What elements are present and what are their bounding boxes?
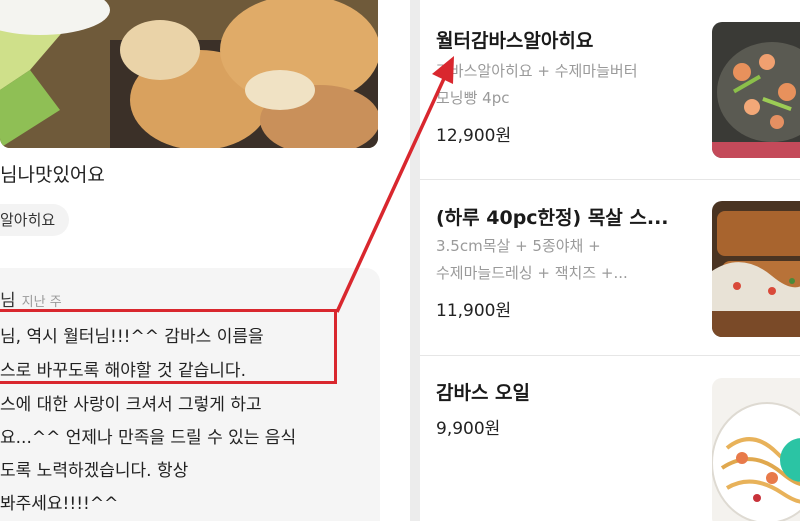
- menu-item-desc: 감바스알아히요 + 수제마늘버터: [436, 62, 638, 80]
- menu-item-price: 11,900원: [436, 301, 512, 321]
- menu-item[interactable]: 감바스 오일 9,900원: [420, 356, 800, 521]
- reply-author: 님: [0, 291, 16, 311]
- menu-item-desc: 모닝빵 4pc: [436, 89, 510, 107]
- menu-item-thumbnail: [712, 201, 800, 337]
- menu-item-price: 9,900원: [436, 419, 501, 439]
- menu-item-price: 12,900원: [436, 126, 512, 146]
- menu-item-thumbnail: [712, 22, 800, 158]
- reply-time: 지난 주: [21, 295, 62, 310]
- ordered-menu-chip[interactable]: 알아히요: [0, 204, 70, 236]
- panel-divider: [410, 0, 420, 521]
- reply-line: 요...^^ 언제나 만족을 드릴 수 있는 음식: [0, 428, 297, 448]
- review-panel: 님나맛있어요 알아히요 님 지난 주 님, 역시 월터님!!!^^ 감바스 이름을…: [0, 0, 410, 521]
- menu-item[interactable]: (하루 40pc한정) 목살 스... 3.5cm목살 + 5종야채 + 수제마…: [420, 180, 800, 356]
- reply-line: 스에 대한 사랑이 크셔서 그렇게 하고: [0, 395, 262, 415]
- review-text: 님나맛있어요: [0, 164, 105, 186]
- reply-line: 도록 노력하겠습니다. 항상: [0, 461, 189, 481]
- menu-item-desc: 3.5cm목살 + 5종야채 +: [436, 237, 601, 255]
- menu-panel: 월터감바스알아히요 감바스알아히요 + 수제마늘버터 모닝빵 4pc 12,90…: [420, 0, 800, 521]
- review-photo[interactable]: [0, 0, 378, 148]
- menu-item-name: (하루 40pc한정) 목살 스...: [436, 207, 669, 229]
- menu-item-name: 감바스 오일: [436, 382, 531, 404]
- highlight-box: [0, 309, 337, 384]
- reply-header: 님 지난 주: [0, 286, 62, 311]
- reply-line: 봐주세요!!!!^^: [0, 494, 119, 514]
- menu-item-name: 월터감바스알아히요: [436, 30, 594, 52]
- menu-item[interactable]: 월터감바스알아히요 감바스알아히요 + 수제마늘버터 모닝빵 4pc 12,90…: [420, 0, 800, 180]
- menu-item-desc: 수제마늘드레싱 + 잭치즈 +...: [436, 264, 628, 282]
